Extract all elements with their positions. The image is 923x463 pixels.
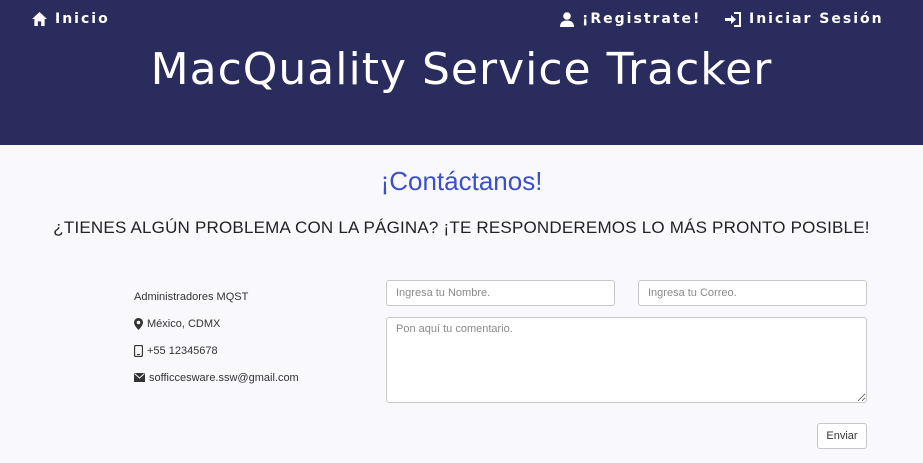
email-input[interactable]	[638, 280, 867, 306]
phone-icon	[134, 344, 143, 357]
user-icon	[560, 11, 574, 27]
contact-phone-row: +55 12345678	[134, 337, 354, 364]
header: Inicio ¡Registrate! Iniciar Sesión MacQu…	[0, 0, 923, 145]
name-input[interactable]	[386, 280, 615, 306]
contact-info: Administradores MQST México, CDMX +55 12…	[134, 283, 354, 391]
contact-location: México, CDMX	[147, 317, 221, 330]
nav-home-link[interactable]: Inicio	[32, 9, 110, 29]
submit-button[interactable]: Enviar	[817, 423, 867, 449]
comment-textarea[interactable]	[386, 317, 867, 403]
nav-home-label: Inicio	[55, 11, 110, 27]
nav-login-link[interactable]: Iniciar Sesión	[725, 9, 884, 29]
contact-location-row: México, CDMX	[134, 310, 354, 337]
contact-name: Administradores MQST	[134, 290, 249, 303]
contact-subheading: ¿TIENES ALGÚN PROBLEMA CON LA PÁGINA? ¡T…	[53, 218, 870, 237]
site-title: MacQuality Service Tracker	[150, 44, 773, 95]
contact-name-row: Administradores MQST	[134, 283, 354, 310]
contact-email-row: sofficcesware.ssw@gmail.com	[134, 364, 354, 391]
contact-heading: ¡Contáctanos!	[380, 166, 543, 196]
nav-register-label: ¡Registrate!	[582, 11, 702, 27]
nav-register-link[interactable]: ¡Registrate!	[560, 9, 701, 29]
login-icon	[725, 11, 741, 27]
map-marker-icon	[134, 317, 143, 330]
envelope-icon	[134, 373, 145, 382]
home-icon	[32, 12, 47, 26]
nav-login-label: Iniciar Sesión	[749, 11, 884, 27]
contact-email: sofficcesware.ssw@gmail.com	[149, 371, 299, 384]
contact-phone: +55 12345678	[147, 344, 218, 357]
